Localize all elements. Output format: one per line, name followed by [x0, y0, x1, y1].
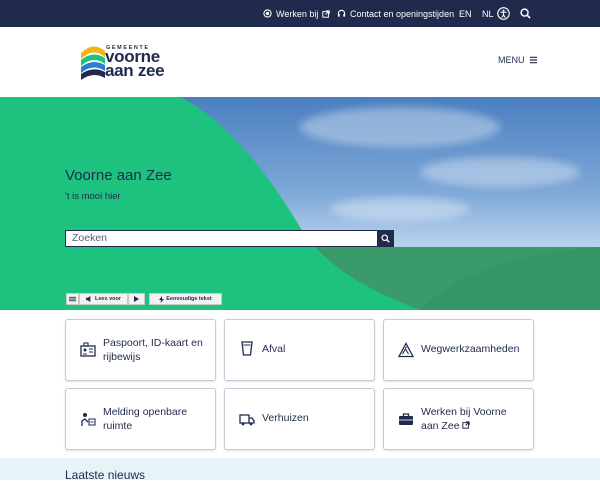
- lang-nl-label: NL: [482, 8, 494, 19]
- play-icon: [134, 296, 139, 302]
- site-header: GEMEENTE voorne aan zee MENU: [0, 27, 600, 97]
- external-link-icon: [462, 421, 471, 429]
- readspeaker-menu-button[interactable]: [66, 293, 79, 305]
- card-label: Verhuizen: [262, 412, 309, 424]
- menu-label: MENU: [498, 55, 525, 65]
- target-icon: [263, 9, 272, 18]
- werken-bij-label: Werken bij: [276, 8, 319, 19]
- logo-line-2: aan zee: [105, 61, 165, 80]
- search-submit-button[interactable]: [377, 230, 394, 247]
- card-paspoort[interactable]: Paspoort, ID-kaart en rijbewijs: [65, 319, 216, 381]
- accessibility-icon: [497, 7, 510, 20]
- card-label: Afval: [262, 343, 286, 355]
- external-link-icon: [322, 9, 331, 18]
- id-card-icon: [80, 342, 96, 357]
- card-werken-bij[interactable]: Werken bij Voorne aan Zee: [383, 388, 534, 450]
- search-top-button[interactable]: [520, 0, 531, 27]
- werken-bij-link[interactable]: Werken bij: [263, 0, 331, 27]
- search-icon: [520, 8, 531, 19]
- top-utility-bar: Werken bij Contact en openingstijden EN …: [0, 0, 600, 27]
- search-field[interactable]: Zoeken: [65, 230, 394, 247]
- card-label: Wegwerkzaamheden: [421, 343, 520, 355]
- card-afval[interactable]: Afval: [224, 319, 375, 381]
- hero-title: Voorne aan Zee: [65, 167, 172, 184]
- moving-truck-icon: [239, 414, 255, 426]
- hero-banner: Voorne aan Zee 't is mooi hier Zoeken Le…: [0, 97, 600, 310]
- card-melding[interactable]: Melding openbare ruimte: [65, 388, 216, 450]
- briefcase-icon: [399, 413, 413, 425]
- logo-name-text: voorne aan zee: [105, 48, 165, 80]
- menu-button[interactable]: MENU: [498, 55, 538, 65]
- card-wegwerkzaamheden[interactable]: Wegwerkzaamheden: [383, 319, 534, 381]
- road-warning-icon: [398, 342, 414, 358]
- play-button[interactable]: [128, 293, 145, 305]
- lang-en-link[interactable]: EN: [459, 0, 472, 27]
- contact-label: Contact en openingstijden: [350, 8, 455, 19]
- card-verhuizen[interactable]: Verhuizen: [224, 388, 375, 450]
- municipality-logo[interactable]: GEMEENTE voorne aan zee: [80, 41, 190, 85]
- card-label: Werken bij Voorne aan Zee: [421, 405, 526, 433]
- headset-icon: [337, 9, 346, 17]
- speaker-icon: [86, 296, 91, 302]
- search-input[interactable]: Zoeken: [72, 232, 107, 244]
- accessibility-button[interactable]: [497, 0, 510, 27]
- news-section: Laatste nieuws: [0, 458, 600, 482]
- search-icon: [381, 234, 390, 243]
- lightning-icon: [159, 295, 165, 303]
- read-aloud-label: Lees voor: [95, 296, 121, 302]
- hero-subtitle: 't is mooi hier: [65, 191, 121, 202]
- lang-en-label: EN: [459, 8, 472, 19]
- simple-text-label: Eenvoudige tekst: [166, 296, 212, 302]
- list-icon: [69, 296, 76, 302]
- hero-landscape: [0, 97, 600, 310]
- simple-text-button[interactable]: Eenvoudige tekst: [149, 293, 222, 305]
- card-label: Paspoort, ID-kaart en rijbewijs: [103, 337, 203, 363]
- hamburger-icon: [529, 56, 537, 64]
- report-icon: [81, 413, 96, 426]
- logo-wave-icon: [81, 46, 105, 80]
- trash-bin-icon: [241, 341, 253, 356]
- card-label: Melding openbare ruimte: [103, 406, 188, 432]
- contact-link[interactable]: Contact en openingstijden: [337, 0, 454, 27]
- lang-nl-link[interactable]: NL: [482, 0, 494, 27]
- read-aloud-button[interactable]: Lees voor: [79, 293, 128, 305]
- task-cards-section: Paspoort, ID-kaart en rijbewijs Afval We…: [0, 310, 600, 458]
